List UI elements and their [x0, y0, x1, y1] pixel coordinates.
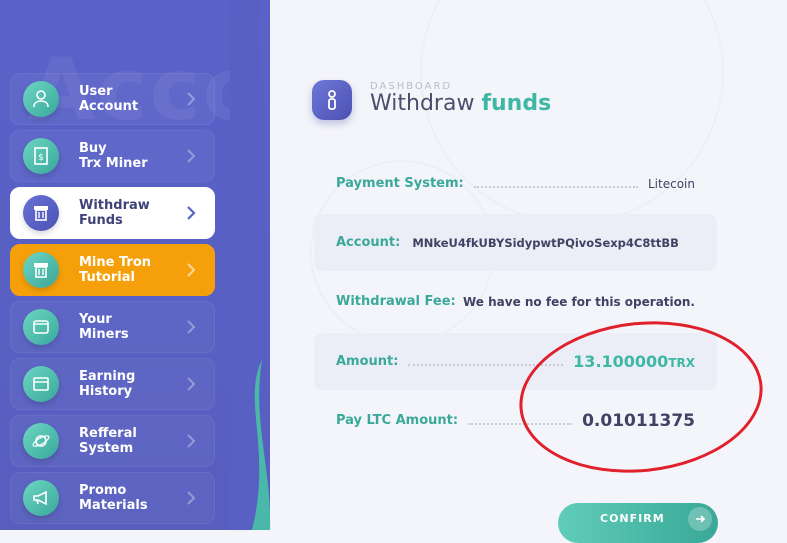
page-title-accent: funds: [481, 91, 552, 116]
chevron-right-icon: [187, 206, 196, 220]
sidebar-item-buy-trx-miner[interactable]: $ Buy Trx Miner: [10, 130, 215, 182]
nav-label-line2: Tutorial: [79, 270, 135, 285]
chevron-right-icon: [187, 434, 196, 448]
nav-label-line1: Earning: [79, 369, 136, 384]
sidebar-item-user-account[interactable]: User Account: [10, 73, 215, 125]
pay-ltc-amount-label: Pay LTC Amount:: [336, 413, 459, 428]
nav-label-line1: Withdraw: [79, 198, 150, 213]
nav-label-line2: Materials: [79, 498, 148, 513]
user-icon: [23, 81, 59, 117]
info-icon: [312, 80, 352, 120]
megaphone-icon: [23, 480, 59, 516]
teal-swoosh-decoration: [252, 360, 271, 530]
folder-icon: [23, 309, 59, 345]
nav-label-line1: Mine Tron: [79, 255, 152, 270]
sidebar-item-promo-materials[interactable]: Promo Materials: [10, 472, 215, 524]
account-label: Account:: [336, 235, 401, 250]
nav-label-line2: History: [79, 384, 133, 399]
nav-label-line1: Buy: [79, 141, 107, 156]
chevron-right-icon: [187, 149, 196, 163]
payment-system-label: Payment System:: [336, 176, 464, 191]
chevron-right-icon: [187, 92, 196, 106]
nav-label-line2: Trx Miner: [79, 156, 148, 171]
nav-label-line1: Promo: [79, 483, 127, 498]
receipt-dollar-icon: $: [23, 138, 59, 174]
payment-system-row: Payment System: Litecoin: [314, 155, 717, 212]
window-icon: [23, 366, 59, 402]
payment-system-value: Litecoin: [648, 176, 695, 191]
sidebar-item-your-miners[interactable]: Your Miners: [10, 301, 215, 353]
account-row: Account: MNkeU4fkUBYSidypwtPQivoSexp4C8t…: [314, 214, 717, 271]
nav-label-line2: Funds: [79, 213, 123, 228]
nav-label-line2: Account: [79, 99, 139, 114]
nav-label-line1: User: [79, 84, 113, 99]
chevron-right-icon: [187, 320, 196, 334]
chevron-right-icon: [187, 263, 196, 277]
sidebar-item-mine-tron-tutorial[interactable]: Mine Tron Tutorial: [10, 244, 215, 296]
nav-label-line2: System: [79, 441, 134, 456]
nav-label-line1: Your: [79, 312, 112, 327]
account-value[interactable]: MNkeU4fkUBYSidypwtPQivoSexp4C8ttBB: [412, 236, 679, 250]
atm-icon: [23, 252, 59, 288]
chevron-right-icon: [187, 491, 196, 505]
confirm-label: CONFIRM: [600, 511, 665, 525]
arrow-right-icon: [688, 507, 712, 531]
withdrawal-fee-value: We have no fee for this operation.: [462, 294, 695, 309]
withdrawal-fee-label: Withdrawal Fee:: [336, 294, 456, 309]
sidebar-item-withdraw-funds[interactable]: Withdraw Funds: [10, 187, 215, 239]
planet-icon: [23, 423, 59, 459]
sidebar-item-earning-history[interactable]: Earning History: [10, 358, 215, 410]
confirm-button[interactable]: CONFIRM: [558, 503, 718, 543]
sidebar-item-refferal-system[interactable]: Refferal System: [10, 415, 215, 467]
amount-label: Amount:: [336, 354, 399, 369]
page-title-plain: Withdraw: [370, 91, 475, 116]
nav-label-line1: Refferal: [79, 426, 137, 441]
chevron-right-icon: [187, 377, 196, 391]
page-title: Withdraw funds: [370, 91, 551, 116]
nav-label-line2: Miners: [79, 327, 129, 342]
atm-icon: [23, 195, 59, 231]
dotted-leader: [473, 185, 638, 188]
svg-text:$: $: [38, 153, 44, 163]
